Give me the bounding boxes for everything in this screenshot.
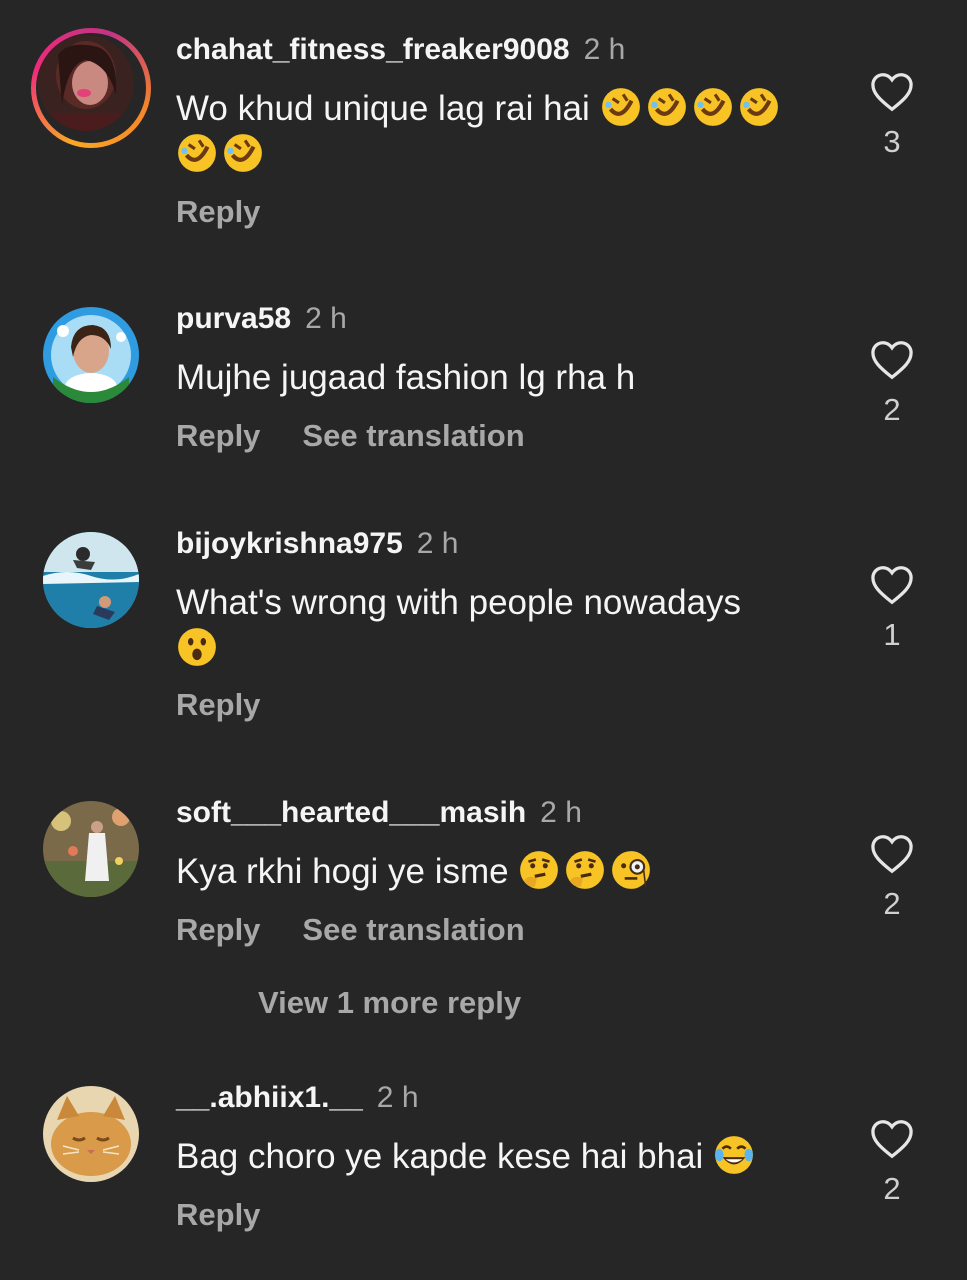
like-count: 2 [883,886,901,921]
timestamp: 2 h [583,33,626,66]
hushed-face-emoji-icon [178,628,216,666]
timestamp: 2 h [305,302,347,335]
timestamp: 2 h [376,1081,419,1114]
rofl-emoji-icon [178,134,216,172]
avatar[interactable] [43,1086,139,1182]
username[interactable]: soft___hearted___masih [176,796,526,829]
username[interactable]: purva58 [176,302,291,335]
heart-icon[interactable] [870,1119,914,1159]
reply-button[interactable]: Reply [176,194,260,230]
avatar-image-icon [43,307,139,403]
timestamp: 2 h [416,527,459,560]
reply-button[interactable]: Reply [176,418,260,454]
avatar-image-icon [43,801,139,897]
avatar[interactable] [43,801,139,897]
see-translation-button[interactable]: See translation [302,418,524,454]
heart-icon[interactable] [870,340,914,380]
comment-text-line: Kya rkhi hogi ye isme [176,852,509,891]
thinking-face-emoji-icon [566,851,605,889]
rofl-emoji-icon [647,88,686,126]
timestamp: 2 h [540,796,582,829]
heart-icon[interactable] [870,565,914,605]
rofl-emoji-icon [739,88,778,126]
story-ring-avatar[interactable] [31,28,151,148]
avatar-image-icon [38,35,134,131]
username[interactable]: chahat_fitness_freaker9008 [176,33,570,66]
comment-text-line: Bag choro ye kapde kese hai bhai [176,1137,704,1176]
comment-text: Mujhe jugaad fashion lg rha h [176,358,636,397]
tears-of-joy-emoji-icon [715,1136,753,1174]
heart-icon[interactable] [870,72,914,112]
like-count: 3 [883,124,901,159]
see-translation-button[interactable]: See translation [302,912,524,948]
comment-text: What's wrong with people nowadays [176,580,816,672]
emoji-group [590,88,784,128]
comment-text-line: Wo khud unique lag rai hai [176,89,590,128]
like-count: 1 [883,617,901,652]
comment-text-line: What's wrong with people nowadays [176,583,742,622]
reply-button[interactable]: Reply [176,912,260,948]
rofl-emoji-icon [693,88,732,126]
heart-icon[interactable] [870,834,914,874]
view-more-replies-button[interactable]: View 1 more reply [258,985,521,1021]
reply-button[interactable]: Reply [176,1197,260,1233]
avatar[interactable] [43,307,139,403]
username[interactable]: bijoykrishna975 [176,527,403,560]
monocle-face-emoji-icon [612,851,651,889]
like-count: 2 [883,1171,901,1206]
rofl-emoji-icon [224,134,262,172]
comment-text: Wo khud unique lag rai hai [176,86,816,178]
username[interactable]: __.abhiix1.__ [176,1081,363,1114]
avatar-image-icon [43,532,139,628]
avatar-image-icon [43,1086,139,1182]
comment-text: Kya rkhi hogi ye isme [176,849,816,895]
thinking-face-emoji-icon [520,851,559,889]
like-count: 2 [883,392,901,427]
comment-text: Bag choro ye kapde kese hai bhai [176,1134,816,1180]
rofl-emoji-icon [601,88,640,126]
reply-button[interactable]: Reply [176,687,260,723]
avatar[interactable] [43,532,139,628]
